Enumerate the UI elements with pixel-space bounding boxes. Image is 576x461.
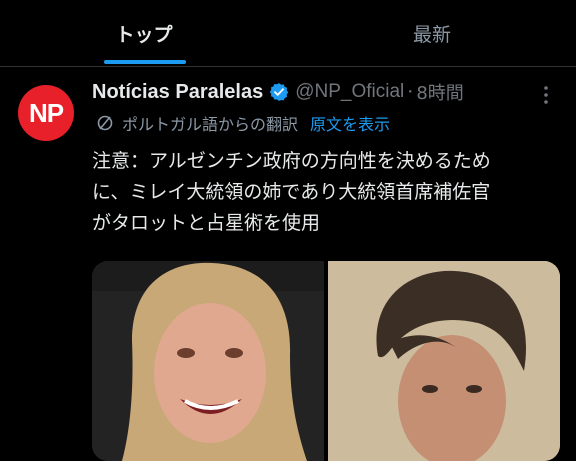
translation-note: ポルトガル語からの翻訳 [122,115,299,134]
post-text-line: に、ミレイ大統領の姉であり大統領首席補佐官 [92,181,491,203]
translation-bar: ポルトガル語からの翻訳 原文を表示 [96,110,390,136]
post-timestamp[interactable]: 8時間 [416,79,463,105]
tab-latest-label: 最新 [412,23,451,46]
tab-top-label: トップ [115,23,173,46]
post-header: Notícias Paralelas @NP_Oficial · 8時間 [92,76,464,108]
post-text: 注意：アルゼンチン政府の方向性を決めるため に、ミレイ大統領の姉であり大統領首席… [92,146,562,239]
post-media[interactable] [92,261,560,461]
post-text-line: 注意：アルゼンチン政府の方向性を決めるため [92,150,491,172]
tab-bar: トップ 最新 [0,0,576,67]
more-options-icon[interactable] [535,84,557,106]
tab-latest[interactable]: 最新 [288,0,576,66]
translate-globe-icon [96,114,114,132]
avatar[interactable]: NP [18,85,74,141]
header-separator: · [407,81,414,103]
show-original-link[interactable]: 原文を表示 [310,111,390,135]
verified-badge-icon [269,82,289,102]
active-tab-indicator [104,60,186,64]
photo-woman-portrait[interactable] [92,261,324,461]
photo-man-portrait[interactable] [328,261,560,461]
tab-top[interactable]: トップ [0,0,288,66]
author-handle[interactable]: @NP_Oficial [295,81,404,103]
post-text-line: がタロットと占星術を使用 [92,212,321,234]
author-name[interactable]: Notícias Paralelas [92,81,263,104]
avatar-logo-text: NP [28,97,64,128]
